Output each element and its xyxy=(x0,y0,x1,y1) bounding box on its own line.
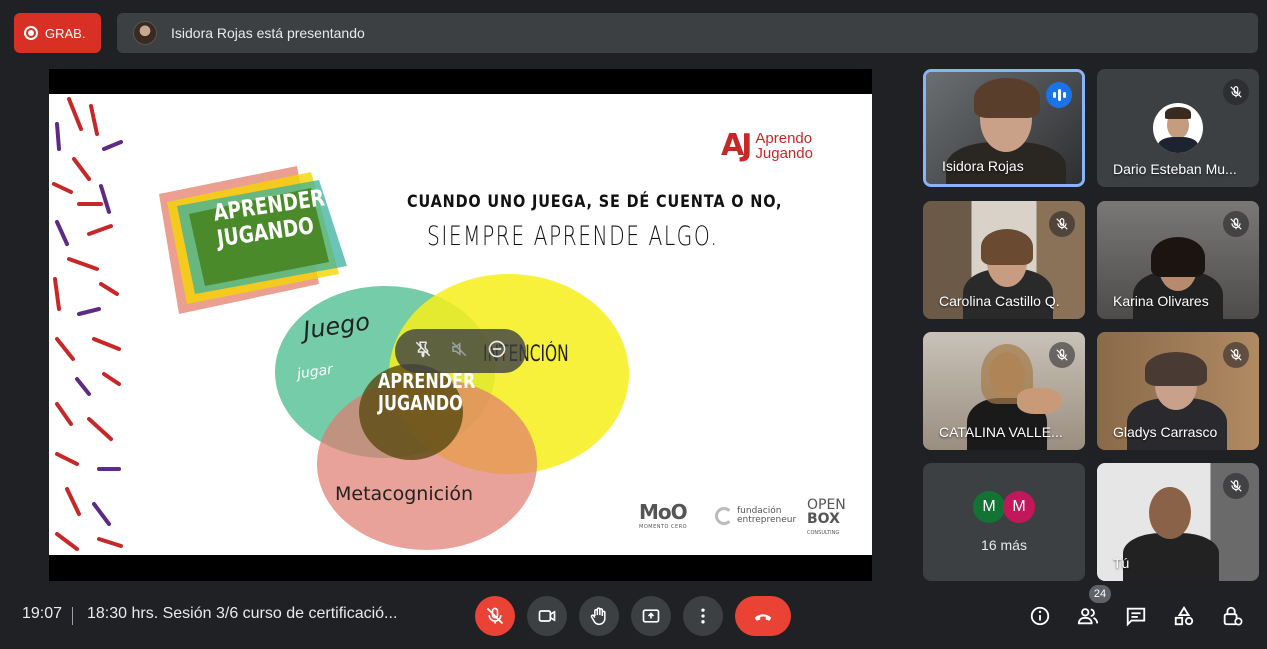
remove-icon[interactable] xyxy=(487,339,507,364)
participant-tile[interactable]: Gladys Carrasco xyxy=(1097,332,1259,450)
participant-tile[interactable]: Carolina Castillo Q. xyxy=(923,201,1085,319)
chat-button[interactable] xyxy=(1120,601,1152,631)
raise-hand-icon xyxy=(590,607,606,626)
self-view-tile[interactable]: Tú xyxy=(1097,463,1259,581)
presentation-hover-controls xyxy=(395,329,526,373)
more-options-icon xyxy=(701,608,705,624)
meeting-title[interactable]: 18:30 hrs. Sesión 3/6 curso de certifica… xyxy=(87,605,397,623)
presenter-banner: Isidora Rojas está presentando xyxy=(117,13,1258,53)
presenter-avatar xyxy=(133,21,157,45)
meeting-details-button[interactable] xyxy=(1024,601,1056,631)
activities-icon xyxy=(1174,606,1194,626)
fundacion-ring-icon xyxy=(715,507,733,525)
brand-line-2: Jugando xyxy=(755,144,813,162)
people-icon xyxy=(1077,608,1099,625)
presenter-text: Isidora Rojas está presentando xyxy=(171,25,365,41)
mic-off-icon xyxy=(1223,342,1249,368)
recording-label: GRAB. xyxy=(45,25,86,41)
participant-tile[interactable]: Karina Olivares xyxy=(1097,201,1259,319)
sponsor-logo-fundacion: fundación entrepreneur xyxy=(715,507,796,525)
mic-off-icon xyxy=(1223,211,1249,237)
recording-indicator[interactable]: GRAB. xyxy=(14,13,101,53)
mic-off-icon xyxy=(1223,79,1249,105)
brand-mark: AJ xyxy=(721,128,752,163)
brand-line-1: Aprendo xyxy=(755,129,813,147)
participant-name: Gladys Carrasco xyxy=(1113,424,1218,440)
confetti-decoration xyxy=(52,97,123,551)
chat-icon xyxy=(1126,607,1146,627)
mic-off-icon xyxy=(1049,342,1075,368)
more-participants-label: 16 más xyxy=(981,537,1027,553)
host-controls-button[interactable] xyxy=(1216,601,1248,631)
participant-name: Carolina Castillo Q. xyxy=(939,293,1060,309)
slide-quote-line-1: CUANDO UNO JUEGA, SE DÉ CUENTA O NO, xyxy=(407,192,783,212)
participant-name: Karina Olivares xyxy=(1113,293,1209,309)
participant-avatar: M xyxy=(973,491,1005,523)
toggle-camera-button[interactable] xyxy=(527,596,567,636)
shared-slide: APRENDER JUGANDO AJ Aprendo Jugando CUAN… xyxy=(49,94,872,555)
sponsor-logo-moo: MoO MOMENTO CERO xyxy=(639,500,688,530)
raise-hand-button[interactable] xyxy=(579,596,619,636)
slide-quote-line-2: SIEMPRE APRENDE ALGO. xyxy=(427,221,719,252)
participant-name: Tú xyxy=(1113,555,1130,571)
participant-name: Dario Esteban Mu... xyxy=(1113,161,1237,177)
bottom-bar: 19:07 18:30 hrs. Sesión 3/6 curso de cer… xyxy=(0,585,1267,649)
info-icon xyxy=(1030,606,1050,626)
present-icon xyxy=(642,609,660,623)
people-button[interactable] xyxy=(1072,601,1104,631)
avatar xyxy=(1153,103,1203,153)
venn-label-metacognicion: Metacognición xyxy=(335,483,474,505)
mic-off-icon xyxy=(486,607,504,625)
participant-tile[interactable]: Isidora Rojas xyxy=(923,69,1085,187)
camera-icon xyxy=(538,610,556,622)
more-options-button[interactable] xyxy=(683,596,723,636)
end-call-icon xyxy=(754,614,772,621)
mic-off-icon xyxy=(1223,473,1249,499)
activities-button[interactable] xyxy=(1168,601,1200,631)
venn-label-center: APRENDER JUGANDO xyxy=(378,369,476,415)
speaking-indicator-icon xyxy=(1046,82,1072,108)
participant-count-badge: 24 xyxy=(1089,585,1111,603)
presentation-stage[interactable]: APRENDER JUGANDO AJ Aprendo Jugando CUAN… xyxy=(49,69,872,581)
present-now-button[interactable] xyxy=(631,596,671,636)
record-icon xyxy=(24,26,38,40)
brand-logo: AJ Aprendo Jugando xyxy=(721,128,813,163)
host-controls-icon xyxy=(1223,606,1243,626)
divider xyxy=(72,607,73,625)
participant-name: Isidora Rojas xyxy=(942,158,1024,174)
volume-off-icon[interactable] xyxy=(450,340,468,363)
participant-tile[interactable]: Dario Esteban Mu... xyxy=(1097,69,1259,187)
participant-avatar: M xyxy=(1003,491,1035,523)
pin-icon[interactable] xyxy=(414,340,432,363)
mic-off-icon xyxy=(1049,211,1075,237)
top-bar: GRAB. Isidora Rojas está presentando xyxy=(14,13,1258,53)
participant-name: CATALINA VALLE... xyxy=(939,424,1063,440)
meeting-clock: 19:07 xyxy=(22,605,63,622)
sponsor-logo-openbox: OPEN BOX CONSULTING xyxy=(807,497,846,536)
participant-tile[interactable]: CATALINA VALLE... xyxy=(923,332,1085,450)
more-participants-tile[interactable]: M M 16 más xyxy=(923,463,1085,581)
end-call-button[interactable] xyxy=(735,596,791,636)
toggle-microphone-button[interactable] xyxy=(475,596,515,636)
